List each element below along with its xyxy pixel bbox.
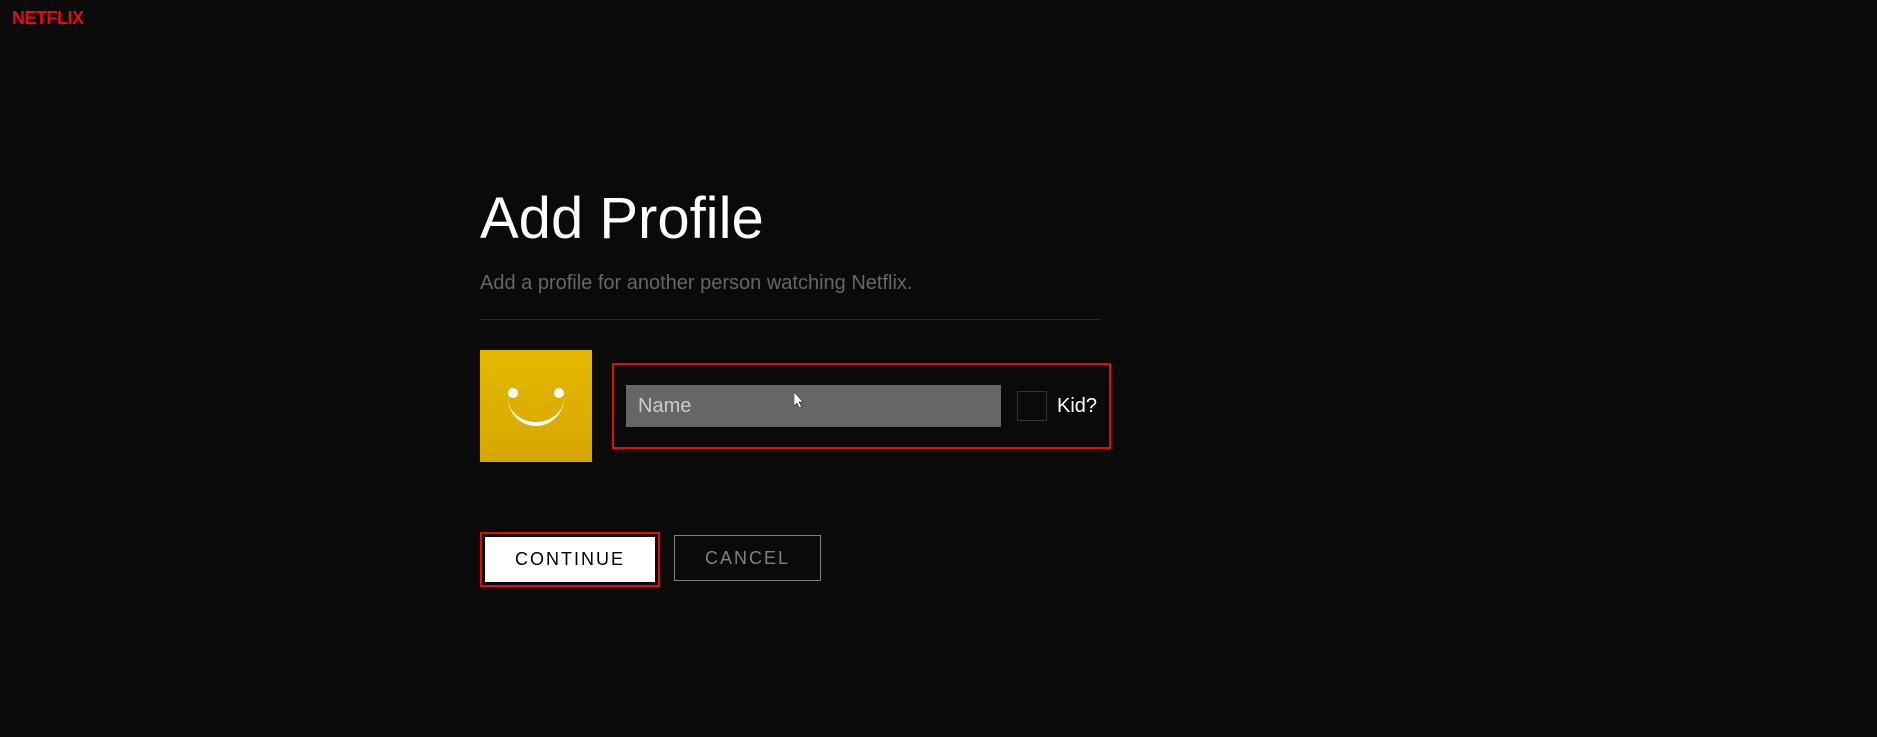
add-profile-form: Add Profile Add a profile for another pe… [480, 185, 1100, 587]
kid-label[interactable]: Kid? [1057, 395, 1097, 418]
cancel-button[interactable]: CANCEL [674, 535, 821, 581]
profile-avatar[interactable] [480, 350, 592, 462]
profile-row: Kid? [480, 350, 1100, 462]
divider [480, 319, 1100, 320]
name-input[interactable] [626, 385, 1001, 427]
input-group: Kid? [612, 363, 1111, 449]
smile-icon [480, 350, 592, 462]
page-title: Add Profile [480, 185, 1100, 252]
page-subtitle: Add a profile for another person watchin… [480, 272, 1100, 295]
kid-checkbox[interactable] [1017, 391, 1047, 421]
continue-highlight: CONTINUE [480, 532, 660, 587]
netflix-logo: NETFLIX [12, 8, 84, 29]
kid-checkbox-group: Kid? [1017, 391, 1097, 421]
button-row: CONTINUE CANCEL [480, 532, 1100, 587]
continue-button[interactable]: CONTINUE [485, 537, 655, 582]
